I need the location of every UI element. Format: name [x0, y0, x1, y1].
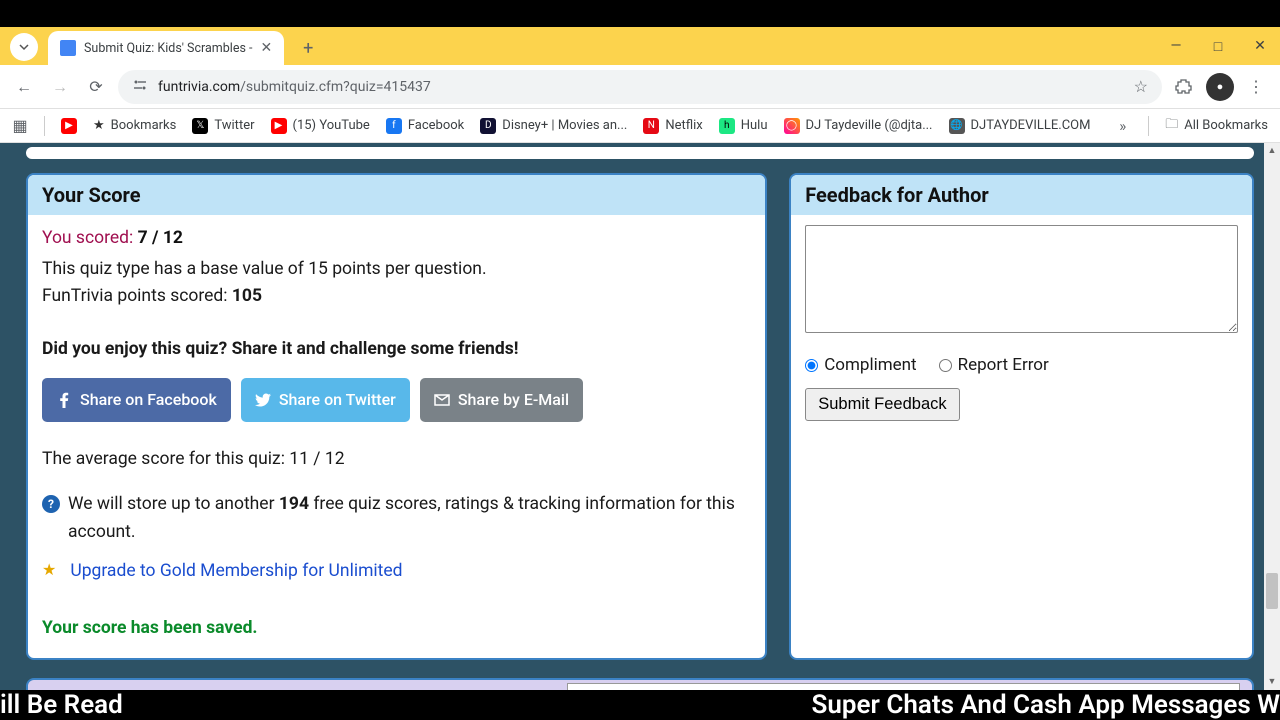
tab-title: Submit Quiz: Kids' Scrambles -	[84, 41, 252, 56]
bookmark-instagram[interactable]: ◯DJ Taydeville (@djta...	[784, 118, 933, 134]
apps-grid-icon: ▦	[12, 118, 28, 134]
storage-info: ? We will store up to another 194 free q…	[42, 491, 751, 545]
disney-icon: D	[480, 118, 496, 134]
star-icon: ★	[93, 118, 105, 133]
new-tab-button[interactable]: +	[294, 34, 322, 62]
info-icon: ?	[42, 495, 60, 513]
bookmark-separator	[44, 116, 45, 136]
scroll-up-icon[interactable]: ▲	[1264, 143, 1280, 159]
scroll-down-icon[interactable]: ▼	[1264, 674, 1280, 690]
feedback-card-header: Feedback for Author	[791, 175, 1252, 215]
feedback-textarea[interactable]	[805, 225, 1238, 333]
hulu-icon: h	[719, 118, 735, 134]
browser-tab-active[interactable]: Submit Quiz: Kids' Scrambles - ✕	[48, 31, 284, 65]
share-twitter-button[interactable]: Share on Twitter	[241, 378, 410, 423]
radio-report-error[interactable]: Report Error	[939, 352, 1049, 378]
minimize-icon[interactable]: —	[1164, 38, 1188, 54]
globe-icon: 🌐	[949, 118, 965, 134]
average-score-text: The average score for this quiz: 11 / 12	[42, 446, 751, 473]
gold-star-icon: ★	[42, 558, 56, 583]
previous-card-sliver	[26, 147, 1254, 159]
score-card-header: Your Score	[28, 175, 765, 215]
address-bar[interactable]: funtrivia.com/submitquiz.cfm?quiz=415437…	[118, 70, 1162, 104]
bookmark-facebook[interactable]: fFacebook	[386, 118, 464, 134]
page-content: Your Score You scored: 7 / 12 This quiz …	[14, 143, 1266, 690]
bookmark-netflix[interactable]: NNetflix	[643, 118, 702, 134]
x-icon: 𝕏	[192, 118, 208, 134]
facebook-icon	[56, 392, 72, 408]
next-card-sliver	[26, 678, 1254, 690]
bookmark-twitter[interactable]: 𝕏Twitter	[192, 118, 254, 134]
facebook-icon: f	[386, 118, 402, 134]
instagram-icon: ◯	[784, 118, 800, 134]
share-prompt: Did you enjoy this quiz? Share it and ch…	[42, 336, 751, 363]
page-viewport: Your Score You scored: 7 / 12 This quiz …	[0, 143, 1280, 690]
youtube-icon: ▶	[271, 118, 287, 134]
youtube-icon: ▶	[61, 118, 77, 134]
stream-ticker-overlay: ill Be Read Super Chats And Cash App Mes…	[0, 690, 1280, 720]
window-controls: — □ ✕	[1164, 27, 1272, 65]
vertical-scrollbar[interactable]: ▲ ▼	[1264, 143, 1280, 690]
overlay-panel	[567, 683, 1240, 690]
points-scored-line: FunTrivia points scored: 105	[42, 283, 751, 310]
netflix-icon: N	[643, 118, 659, 134]
feedback-card: Feedback for Author Compliment Report Er…	[789, 173, 1254, 660]
site-settings-icon[interactable]	[132, 77, 148, 97]
bookmark-separator	[1148, 116, 1149, 136]
all-bookmarks-button[interactable]: 🗀All Bookmarks	[1165, 115, 1268, 137]
url-text: funtrivia.com/submitquiz.cfm?quiz=415437	[158, 79, 431, 95]
bookmark-disney[interactable]: DDisney+ | Movies an...	[480, 118, 627, 134]
tab-favicon-icon	[60, 40, 76, 56]
share-email-button[interactable]: Share by E-Mail	[420, 378, 583, 423]
tab-search-button[interactable]	[10, 33, 38, 61]
close-window-icon[interactable]: ✕	[1248, 38, 1272, 54]
bookmark-apps[interactable]: ▦	[12, 118, 28, 134]
scrollbar-thumb[interactable]	[1266, 573, 1278, 609]
folder-icon: 🗀	[1165, 115, 1178, 137]
tab-strip: Submit Quiz: Kids' Scrambles - ✕ + — □ ✕	[0, 27, 1280, 65]
base-value-text: This quiz type has a base value of 15 po…	[42, 256, 751, 283]
bookmark-youtube-plain[interactable]: ▶	[61, 118, 77, 134]
extensions-icon[interactable]	[1170, 73, 1198, 101]
bookmark-youtube[interactable]: ▶(15) YouTube	[271, 118, 370, 134]
share-facebook-button[interactable]: Share on Facebook	[42, 378, 231, 423]
forward-button[interactable]: →	[46, 77, 74, 97]
you-scored-line: You scored: 7 / 12	[42, 225, 751, 252]
bookmark-bookmarks[interactable]: ★Bookmarks	[93, 118, 176, 133]
browser-window: Submit Quiz: Kids' Scrambles - ✕ + — □ ✕…	[0, 27, 1280, 690]
radio-compliment[interactable]: Compliment	[805, 352, 916, 378]
back-button[interactable]: ←	[10, 77, 38, 97]
reload-button[interactable]: ⟳	[82, 77, 110, 96]
bookmarks-bar: ▦ ▶ ★Bookmarks 𝕏Twitter ▶(15) YouTube fF…	[0, 109, 1280, 143]
bookmark-star-icon[interactable]: ☆	[1134, 77, 1148, 96]
upgrade-link[interactable]: Upgrade to Gold Membership for Unlimited	[70, 558, 402, 585]
maximize-icon[interactable]: □	[1206, 38, 1230, 55]
bookmark-overflow-icon[interactable]: »	[1113, 117, 1132, 135]
chrome-menu-icon[interactable]: ⋮	[1242, 73, 1270, 101]
bookmark-djtaydeville[interactable]: 🌐DJTAYDEVILLE.COM	[949, 118, 1091, 134]
upgrade-line: ★ Upgrade to Gold Membership for Unlimit…	[42, 558, 751, 585]
email-icon	[434, 392, 450, 408]
profile-avatar[interactable]: ●	[1206, 73, 1234, 101]
bookmark-hulu[interactable]: hHulu	[719, 118, 768, 134]
score-card: Your Score You scored: 7 / 12 This quiz …	[26, 173, 767, 660]
ticker-text-right: Super Chats And Cash App Messages W	[812, 690, 1280, 720]
browser-toolbar: ← → ⟳ funtrivia.com/submitquiz.cfm?quiz=…	[0, 65, 1280, 109]
ticker-text-left: ill Be Read	[0, 690, 123, 720]
score-saved-message: Your score has been saved.	[42, 615, 751, 642]
submit-feedback-button[interactable]: Submit Feedback	[805, 388, 959, 421]
tab-close-icon[interactable]: ✕	[260, 40, 272, 56]
twitter-icon	[255, 392, 271, 408]
